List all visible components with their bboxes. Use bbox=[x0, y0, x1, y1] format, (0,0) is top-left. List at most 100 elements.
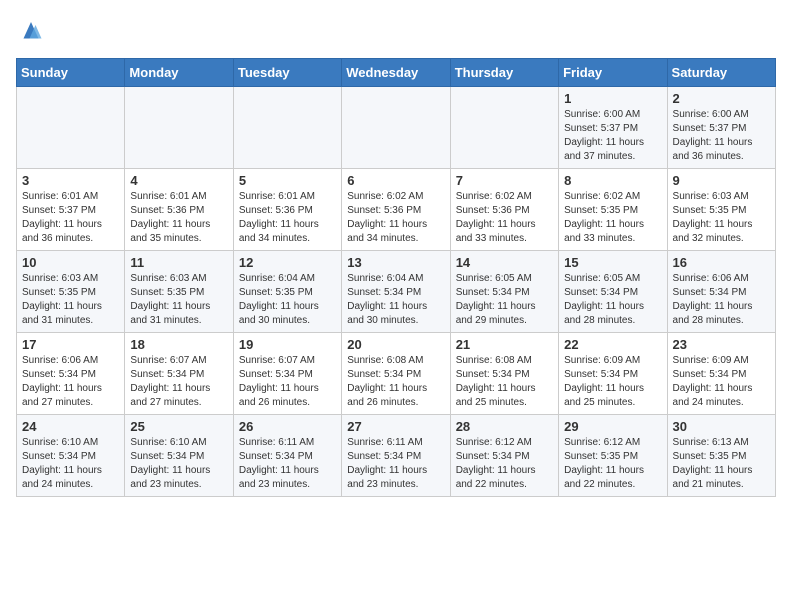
day-number: 3 bbox=[22, 173, 119, 188]
weekday-header: Saturday bbox=[667, 59, 775, 87]
day-info: Sunrise: 6:01 AM Sunset: 5:37 PM Dayligh… bbox=[22, 190, 119, 246]
calendar-cell: 18 Sunrise: 6:07 AM Sunset: 5:34 PM Dayli… bbox=[125, 333, 233, 415]
calendar-cell bbox=[17, 87, 125, 169]
day-number: 20 bbox=[347, 337, 444, 352]
day-info: Sunrise: 6:01 AM Sunset: 5:36 PM Dayligh… bbox=[130, 190, 227, 246]
calendar-cell: 10Sunrise: 6:03 AM Sunset: 5:35 PM Dayli… bbox=[17, 251, 125, 333]
calendar-cell: 4 Sunrise: 6:01 AM Sunset: 5:36 PM Daylig… bbox=[125, 169, 233, 251]
calendar-cell: 26 Sunrise: 6:11 AM Sunset: 5:34 PM Dayli… bbox=[233, 415, 341, 497]
calendar-cell bbox=[450, 87, 558, 169]
weekday-header: Tuesday bbox=[233, 59, 341, 87]
calendar-week-row: 17Sunrise: 6:06 AM Sunset: 5:34 PM Dayli… bbox=[17, 333, 776, 415]
day-number: 4 bbox=[130, 173, 227, 188]
day-info: Sunrise: 6:07 AM Sunset: 5:34 PM Dayligh… bbox=[130, 354, 227, 410]
calendar-week-row: 3 Sunrise: 6:01 AM Sunset: 5:37 PM Daylig… bbox=[17, 169, 776, 251]
day-number: 30 bbox=[673, 419, 770, 434]
day-info: Sunrise: 6:03 AM Sunset: 5:35 PM Dayligh… bbox=[130, 272, 227, 328]
calendar-week-row: 24 Sunrise: 6:10 AM Sunset: 5:34 PM Dayli… bbox=[17, 415, 776, 497]
calendar-cell: 24Sunrise: 6:10 AM Sunset: 5:34 PM Dayli… bbox=[17, 415, 125, 497]
calendar-cell: 22Sunrise: 6:09 AM Sunset: 5:34 PM Dayli… bbox=[559, 333, 667, 415]
calendar-cell: 12 Sunrise: 6:04 AM Sunset: 5:35 PM Dayli… bbox=[233, 251, 341, 333]
weekday-header: Wednesday bbox=[342, 59, 450, 87]
day-info: Sunrise: 6:00 AM Sunset: 5:37 PM Dayligh… bbox=[673, 108, 770, 164]
day-number: 14 bbox=[456, 255, 553, 270]
calendar-cell: 6 Sunrise: 6:02 AM Sunset: 5:36 PM Daylig… bbox=[342, 169, 450, 251]
calendar-cell: 16 Sunrise: 6:06 AM Sunset: 5:34 PM Dayli… bbox=[667, 251, 775, 333]
calendar-cell: 11 Sunrise: 6:03 AM Sunset: 5:35 PM Dayli… bbox=[125, 251, 233, 333]
day-info: Sunrise: 6:13 AM Sunset: 5:35 PM Dayligh… bbox=[673, 436, 770, 492]
day-info: Sunrise: 6:11 AM Sunset: 5:34 PM Dayligh… bbox=[239, 436, 336, 492]
calendar-cell: 1Sunrise: 6:00 AM Sunset: 5:37 PM Daylig… bbox=[559, 87, 667, 169]
day-number: 19 bbox=[239, 337, 336, 352]
day-number: 8 bbox=[564, 173, 661, 188]
calendar-cell: 27 Sunrise: 6:11 AM Sunset: 5:34 PM Dayli… bbox=[342, 415, 450, 497]
page-header bbox=[16, 16, 776, 46]
calendar-cell: 20 Sunrise: 6:08 AM Sunset: 5:34 PM Dayli… bbox=[342, 333, 450, 415]
day-number: 23 bbox=[673, 337, 770, 352]
day-info: Sunrise: 6:05 AM Sunset: 5:34 PM Dayligh… bbox=[456, 272, 553, 328]
day-number: 24 bbox=[22, 419, 119, 434]
day-info: Sunrise: 6:04 AM Sunset: 5:35 PM Dayligh… bbox=[239, 272, 336, 328]
day-info: Sunrise: 6:06 AM Sunset: 5:34 PM Dayligh… bbox=[673, 272, 770, 328]
day-number: 13 bbox=[347, 255, 444, 270]
calendar-body: 1Sunrise: 6:00 AM Sunset: 5:37 PM Daylig… bbox=[17, 87, 776, 497]
calendar-cell: 7 Sunrise: 6:02 AM Sunset: 5:36 PM Daylig… bbox=[450, 169, 558, 251]
calendar-cell: 25 Sunrise: 6:10 AM Sunset: 5:34 PM Dayli… bbox=[125, 415, 233, 497]
calendar-cell: 14 Sunrise: 6:05 AM Sunset: 5:34 PM Dayli… bbox=[450, 251, 558, 333]
day-number: 25 bbox=[130, 419, 227, 434]
calendar-cell: 13 Sunrise: 6:04 AM Sunset: 5:34 PM Dayli… bbox=[342, 251, 450, 333]
calendar-cell: 30 Sunrise: 6:13 AM Sunset: 5:35 PM Dayli… bbox=[667, 415, 775, 497]
day-info: Sunrise: 6:03 AM Sunset: 5:35 PM Dayligh… bbox=[673, 190, 770, 246]
calendar-cell bbox=[233, 87, 341, 169]
calendar-week-row: 10 Sunrise: 6:03 AM Sunset: 5:35 PM Dayli… bbox=[17, 251, 776, 333]
calendar-cell: 9 Sunrise: 6:03 AM Sunset: 5:35 PM Daylig… bbox=[667, 169, 775, 251]
day-info: Sunrise: 6:10 AM Sunset: 5:34 PM Dayligh… bbox=[130, 436, 227, 492]
calendar-cell: 29 Sunrise: 6:12 AM Sunset: 5:35 PM Dayli… bbox=[559, 415, 667, 497]
calendar-cell: 3 Sunrise: 6:01 AM Sunset: 5:37 PM Daylig… bbox=[17, 169, 125, 251]
day-info: Sunrise: 6:02 AM Sunset: 5:35 PM Dayligh… bbox=[564, 190, 661, 246]
day-number: 10 bbox=[22, 255, 119, 270]
calendar-cell: 21 Sunrise: 6:08 AM Sunset: 5:34 PM Dayli… bbox=[450, 333, 558, 415]
day-info: Sunrise: 6:12 AM Sunset: 5:35 PM Dayligh… bbox=[564, 436, 661, 492]
day-info: Sunrise: 6:02 AM Sunset: 5:36 PM Dayligh… bbox=[456, 190, 553, 246]
calendar-header: SundayMondayTuesdayWednesdayThursdayFrid… bbox=[17, 59, 776, 87]
weekday-row: SundayMondayTuesdayWednesdayThursdayFrid… bbox=[17, 59, 776, 87]
day-number: 26 bbox=[239, 419, 336, 434]
day-number: 7 bbox=[456, 173, 553, 188]
calendar-cell: 5 Sunrise: 6:01 AM Sunset: 5:36 PM Daylig… bbox=[233, 169, 341, 251]
calendar-cell bbox=[125, 87, 233, 169]
calendar-cell: 8 Sunrise: 6:02 AM Sunset: 5:35 PM Daylig… bbox=[559, 169, 667, 251]
calendar-cell: 17Sunrise: 6:06 AM Sunset: 5:34 PM Dayli… bbox=[17, 333, 125, 415]
day-info: Sunrise: 6:01 AM Sunset: 5:36 PM Dayligh… bbox=[239, 190, 336, 246]
weekday-header: Friday bbox=[559, 59, 667, 87]
day-info: Sunrise: 6:12 AM Sunset: 5:34 PM Dayligh… bbox=[456, 436, 553, 492]
day-info: Sunrise: 6:02 AM Sunset: 5:36 PM Dayligh… bbox=[347, 190, 444, 246]
calendar-cell bbox=[342, 87, 450, 169]
day-info: Sunrise: 6:06 AM Sunset: 5:34 PM Dayligh… bbox=[22, 354, 119, 410]
day-info: Sunrise: 6:05 AM Sunset: 5:34 PM Dayligh… bbox=[564, 272, 661, 328]
day-info: Sunrise: 6:11 AM Sunset: 5:34 PM Dayligh… bbox=[347, 436, 444, 492]
day-number: 15 bbox=[564, 255, 661, 270]
day-number: 12 bbox=[239, 255, 336, 270]
day-number: 29 bbox=[564, 419, 661, 434]
day-number: 27 bbox=[347, 419, 444, 434]
weekday-header: Sunday bbox=[17, 59, 125, 87]
day-number: 18 bbox=[130, 337, 227, 352]
day-number: 2 bbox=[673, 91, 770, 106]
calendar-week-row: 1Sunrise: 6:00 AM Sunset: 5:37 PM Daylig… bbox=[17, 87, 776, 169]
day-info: Sunrise: 6:04 AM Sunset: 5:34 PM Dayligh… bbox=[347, 272, 444, 328]
day-number: 21 bbox=[456, 337, 553, 352]
weekday-header: Monday bbox=[125, 59, 233, 87]
day-info: Sunrise: 6:08 AM Sunset: 5:34 PM Dayligh… bbox=[347, 354, 444, 410]
logo bbox=[16, 16, 50, 46]
day-number: 28 bbox=[456, 419, 553, 434]
day-info: Sunrise: 6:08 AM Sunset: 5:34 PM Dayligh… bbox=[456, 354, 553, 410]
calendar: SundayMondayTuesdayWednesdayThursdayFrid… bbox=[16, 58, 776, 497]
weekday-header: Thursday bbox=[450, 59, 558, 87]
day-number: 5 bbox=[239, 173, 336, 188]
day-number: 11 bbox=[130, 255, 227, 270]
day-info: Sunrise: 6:00 AM Sunset: 5:37 PM Dayligh… bbox=[564, 108, 661, 164]
day-number: 6 bbox=[347, 173, 444, 188]
day-number: 16 bbox=[673, 255, 770, 270]
day-number: 9 bbox=[673, 173, 770, 188]
